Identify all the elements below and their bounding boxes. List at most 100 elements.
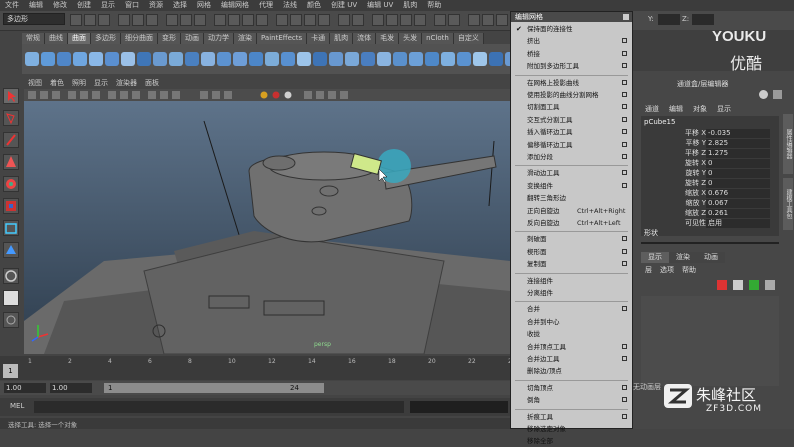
- layout-single-icon[interactable]: [3, 290, 19, 306]
- menu-item[interactable]: 插入循环边工具: [511, 126, 632, 138]
- shelf-tool-icon-22[interactable]: [377, 52, 391, 66]
- channel-value[interactable]: 0.676: [706, 188, 770, 198]
- channel-value[interactable]: 2.825: [706, 138, 770, 148]
- layer-tab-2[interactable]: 动画: [697, 252, 725, 263]
- shelf-tab-8[interactable]: 渲染: [234, 33, 257, 44]
- option-box-icon[interactable]: [622, 141, 627, 147]
- option-box-icon[interactable]: [622, 413, 627, 419]
- new-layer-icon[interactable]: [717, 280, 727, 290]
- menu-item[interactable]: 正向自旋边 Ctrl+Alt+Right: [511, 205, 632, 217]
- shelf-tool-icon-1[interactable]: [41, 52, 55, 66]
- option-box-icon[interactable]: [622, 343, 627, 349]
- shelf-tool-icon-27[interactable]: [457, 52, 471, 66]
- mode-select[interactable]: 多边形: [3, 13, 65, 25]
- menu-9[interactable]: 编辑网格: [216, 0, 254, 11]
- select-vertex-icon[interactable]: [166, 14, 178, 26]
- channel-tab-1[interactable]: 编辑: [669, 104, 683, 114]
- camera-icon[interactable]: [468, 14, 480, 26]
- shelf-tool-icon-21[interactable]: [361, 52, 375, 66]
- shelf-tab-14[interactable]: 头发: [399, 33, 423, 44]
- shelf-tool-icon-9[interactable]: [169, 52, 183, 66]
- shelf-tool-icon-29[interactable]: [489, 52, 503, 66]
- symmetry-icon[interactable]: [448, 14, 460, 26]
- shelf-tab-5[interactable]: 变形: [158, 33, 181, 44]
- menu-item[interactable]: 刺破面: [511, 233, 632, 245]
- transform-icon[interactable]: [372, 14, 384, 26]
- shelf-tab-13[interactable]: 毛发: [376, 33, 400, 44]
- menu-item[interactable]: 合并边工具: [511, 353, 632, 365]
- ipr-render-icon[interactable]: [304, 14, 316, 26]
- option-box-icon[interactable]: [622, 92, 627, 97]
- option-box-icon[interactable]: [622, 397, 627, 403]
- grid-toggle-icon[interactable]: [482, 14, 494, 26]
- channel-tab-2[interactable]: 对象: [693, 104, 707, 114]
- side-tab-attribute-editor[interactable]: 属性编辑器: [783, 114, 793, 174]
- viewport-menu-0[interactable]: 视图: [24, 78, 46, 89]
- shelf-tool-icon-23[interactable]: [393, 52, 407, 66]
- shelf-tool-icon-17[interactable]: [297, 52, 311, 66]
- shelf-tool-icon-10[interactable]: [185, 52, 199, 66]
- mel-input[interactable]: [34, 401, 404, 413]
- menu-item[interactable]: 保持面的连接性 ✔: [511, 23, 632, 35]
- soft-select-icon[interactable]: [434, 14, 446, 26]
- shelf-tab-2[interactable]: 曲面: [68, 33, 91, 44]
- menu-close-icon[interactable]: [623, 14, 629, 20]
- soft-mod-icon[interactable]: [3, 242, 19, 258]
- shelf-tool-icon-2[interactable]: [57, 52, 71, 66]
- option-box-icon[interactable]: [622, 306, 627, 312]
- shelf-tab-3[interactable]: 多边形: [91, 33, 121, 44]
- hand-tool-icon[interactable]: [3, 312, 19, 328]
- channel-value[interactable]: 0.067: [706, 198, 770, 208]
- viewport-menu-2[interactable]: 照明: [68, 78, 90, 89]
- new-scene-icon[interactable]: [70, 14, 82, 26]
- shelf-tool-icon-3[interactable]: [73, 52, 87, 66]
- shelf-tab-11[interactable]: 肌肉: [330, 33, 354, 44]
- shelf-tool-icon-16[interactable]: [281, 52, 295, 66]
- snap-point-icon[interactable]: [242, 14, 254, 26]
- layout-icon[interactable]: [496, 14, 508, 26]
- shelf-tool-icon-0[interactable]: [25, 52, 39, 66]
- menu-item[interactable]: 移除选定对象: [511, 423, 632, 435]
- menu-item[interactable]: 合并到中心: [511, 316, 632, 328]
- menu-item[interactable]: 添加分段: [511, 151, 632, 163]
- select-hierarchy-icon[interactable]: [118, 14, 130, 26]
- layer-menu-0[interactable]: 层: [645, 265, 652, 275]
- shelf-tool-icon-14[interactable]: [249, 52, 263, 66]
- menu-item[interactable]: 切角顶点: [511, 382, 632, 394]
- rotate-tool-icon[interactable]: [3, 176, 19, 192]
- shelf-tool-icon-19[interactable]: [329, 52, 343, 66]
- viewport-menu-4[interactable]: 渲染器: [112, 78, 141, 89]
- layer-options-icon[interactable]: [749, 280, 759, 290]
- shelf-tab-1[interactable]: 曲线: [45, 33, 68, 44]
- shelf-tool-icon-28[interactable]: [473, 52, 487, 66]
- option-box-icon[interactable]: [622, 236, 627, 242]
- viewport-menu-1[interactable]: 着色: [46, 78, 68, 89]
- channel-value[interactable]: 启用: [706, 218, 770, 228]
- channel-box-icon[interactable]: [759, 90, 768, 99]
- viewport-menu-3[interactable]: 显示: [90, 78, 112, 89]
- shelf-tool-icon-15[interactable]: [265, 52, 279, 66]
- menu-0[interactable]: 文件: [0, 0, 24, 11]
- side-tab-modeling-toolkit[interactable]: 建模工具包: [783, 178, 793, 230]
- lasso-tool-icon[interactable]: [3, 110, 19, 126]
- menu-item[interactable]: 在网格上投影曲线: [511, 77, 632, 89]
- menu-7[interactable]: 选择: [168, 0, 192, 11]
- time-slider[interactable]: 124681012141618202224 1: [0, 356, 516, 380]
- shelf-tool-icon-26[interactable]: [441, 52, 455, 66]
- channel-tab-3[interactable]: 显示: [717, 104, 731, 114]
- option-box-icon[interactable]: [622, 116, 627, 122]
- channel-value[interactable]: 0.261: [706, 208, 770, 218]
- menu-2[interactable]: 修改: [48, 0, 72, 11]
- anim-layer-field[interactable]: 无动画层: [633, 382, 661, 392]
- current-frame-indicator[interactable]: 1: [3, 364, 18, 378]
- menu-12[interactable]: 颜色: [302, 0, 326, 11]
- shelf-tool-icon-7[interactable]: [137, 52, 151, 66]
- menu-item[interactable]: 变换组件: [511, 180, 632, 192]
- shelf-tool-icon-6[interactable]: [121, 52, 135, 66]
- layer-list[interactable]: [641, 296, 779, 386]
- layer-menu-1[interactable]: 选项: [660, 265, 674, 275]
- open-scene-icon[interactable]: [84, 14, 96, 26]
- scale-tool-icon[interactable]: [3, 198, 19, 214]
- channel-tab-0[interactable]: 通道: [645, 104, 659, 114]
- menu-item[interactable]: 分离组件: [511, 287, 632, 299]
